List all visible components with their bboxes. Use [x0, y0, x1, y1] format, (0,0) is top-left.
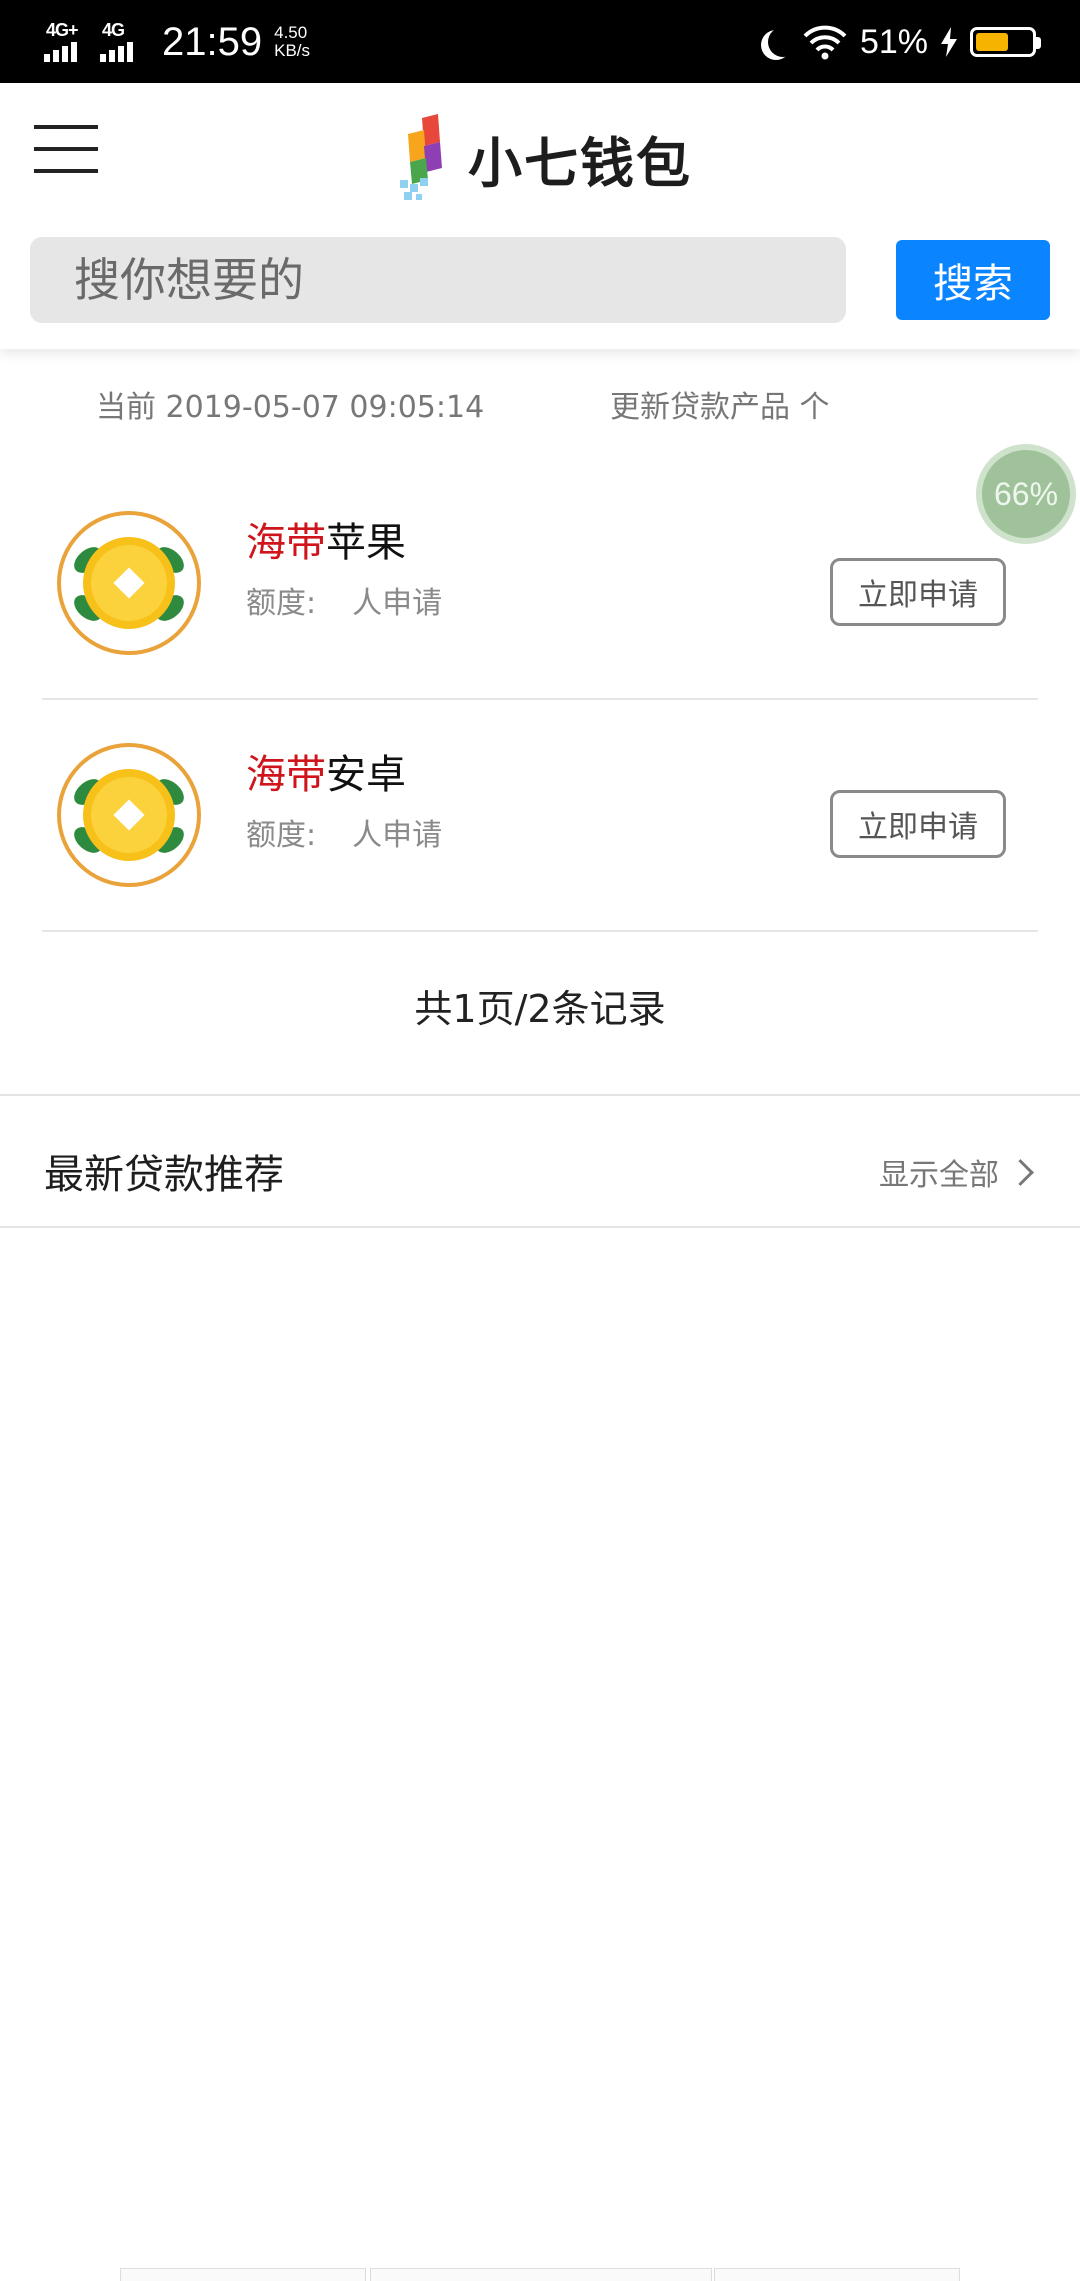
moon-icon [768, 27, 798, 57]
charging-icon [941, 27, 957, 57]
product-title: 苹果 [326, 520, 406, 566]
logo-mark-icon [400, 114, 442, 200]
current-time: 当前 2019-05-07 09:05:14 [96, 390, 485, 425]
product-title: 安卓 [326, 752, 406, 798]
signal-icon-1: 4G+ [44, 20, 92, 62]
app-name: 小七钱包 [468, 131, 692, 195]
coin-logo-icon [57, 511, 201, 655]
apply-button[interactable]: 立即申请 [830, 558, 1006, 626]
product-quota: 额度: 人申请 [246, 578, 442, 622]
network-type-1: 4G+ [46, 20, 79, 40]
quota-label: 额度: [246, 586, 317, 621]
battery-percent: 51% [859, 22, 928, 61]
status-right: 51% [760, 14, 1041, 70]
menu-icon[interactable] [34, 125, 98, 177]
update-count: 更新贷款产品 个 [610, 390, 830, 425]
recommend-title: 最新贷款推荐 [44, 1152, 284, 1198]
status-bar: 4G+ 4G 21:59 4.50 KB/s 51% [0, 0, 1080, 83]
section-divider [0, 1094, 1080, 1096]
product-name: 海带苹果 [246, 510, 406, 568]
network-speed: 4.50 KB/s [274, 24, 310, 60]
signal-icon-2: 4G [100, 20, 148, 62]
clock: 21:59 [162, 19, 263, 64]
show-all-label: 显示全部 [879, 1158, 999, 1193]
status-left: 4G+ 4G 21:59 4.50 KB/s [44, 14, 310, 70]
show-all-link[interactable]: 显示全部 [879, 1150, 1034, 1194]
bottom-tab-strip [0, 2268, 1080, 2281]
product-brand: 海带 [246, 520, 326, 566]
speed-value: 4.50 [274, 23, 308, 42]
header: 小七钱包 搜索 [0, 83, 1080, 349]
battery-fill [976, 33, 1008, 51]
product-quota: 额度: 人申请 [246, 810, 442, 854]
network-type-2: 4G [102, 20, 125, 40]
wifi-icon [803, 25, 847, 60]
speed-unit: KB/s [274, 41, 311, 60]
section-divider [0, 1226, 1080, 1228]
product-item[interactable]: 海带苹果 额度: 人申请 立即申请 [42, 468, 1038, 700]
battery-icon [970, 27, 1041, 57]
quota-label: 额度: [246, 818, 317, 853]
info-line: 当前 2019-05-07 09:05:14 更新贷款产品 个 [0, 382, 1080, 432]
product-brand: 海带 [246, 752, 326, 798]
pagination-summary: 共1页/2条记录 [414, 987, 666, 1031]
product-name: 海带安卓 [246, 742, 406, 800]
quota-value: 人申请 [352, 818, 443, 853]
product-item[interactable]: 海带安卓 额度: 人申请 立即申请 [42, 700, 1038, 932]
chevron-right-icon [1007, 1158, 1034, 1186]
search-button[interactable]: 搜索 [896, 240, 1050, 320]
coin-logo-icon [57, 743, 201, 887]
search-input[interactable] [30, 237, 846, 323]
apply-button[interactable]: 立即申请 [830, 790, 1006, 858]
app-logo: 小七钱包 [398, 113, 692, 203]
quota-value: 人申请 [352, 586, 443, 621]
